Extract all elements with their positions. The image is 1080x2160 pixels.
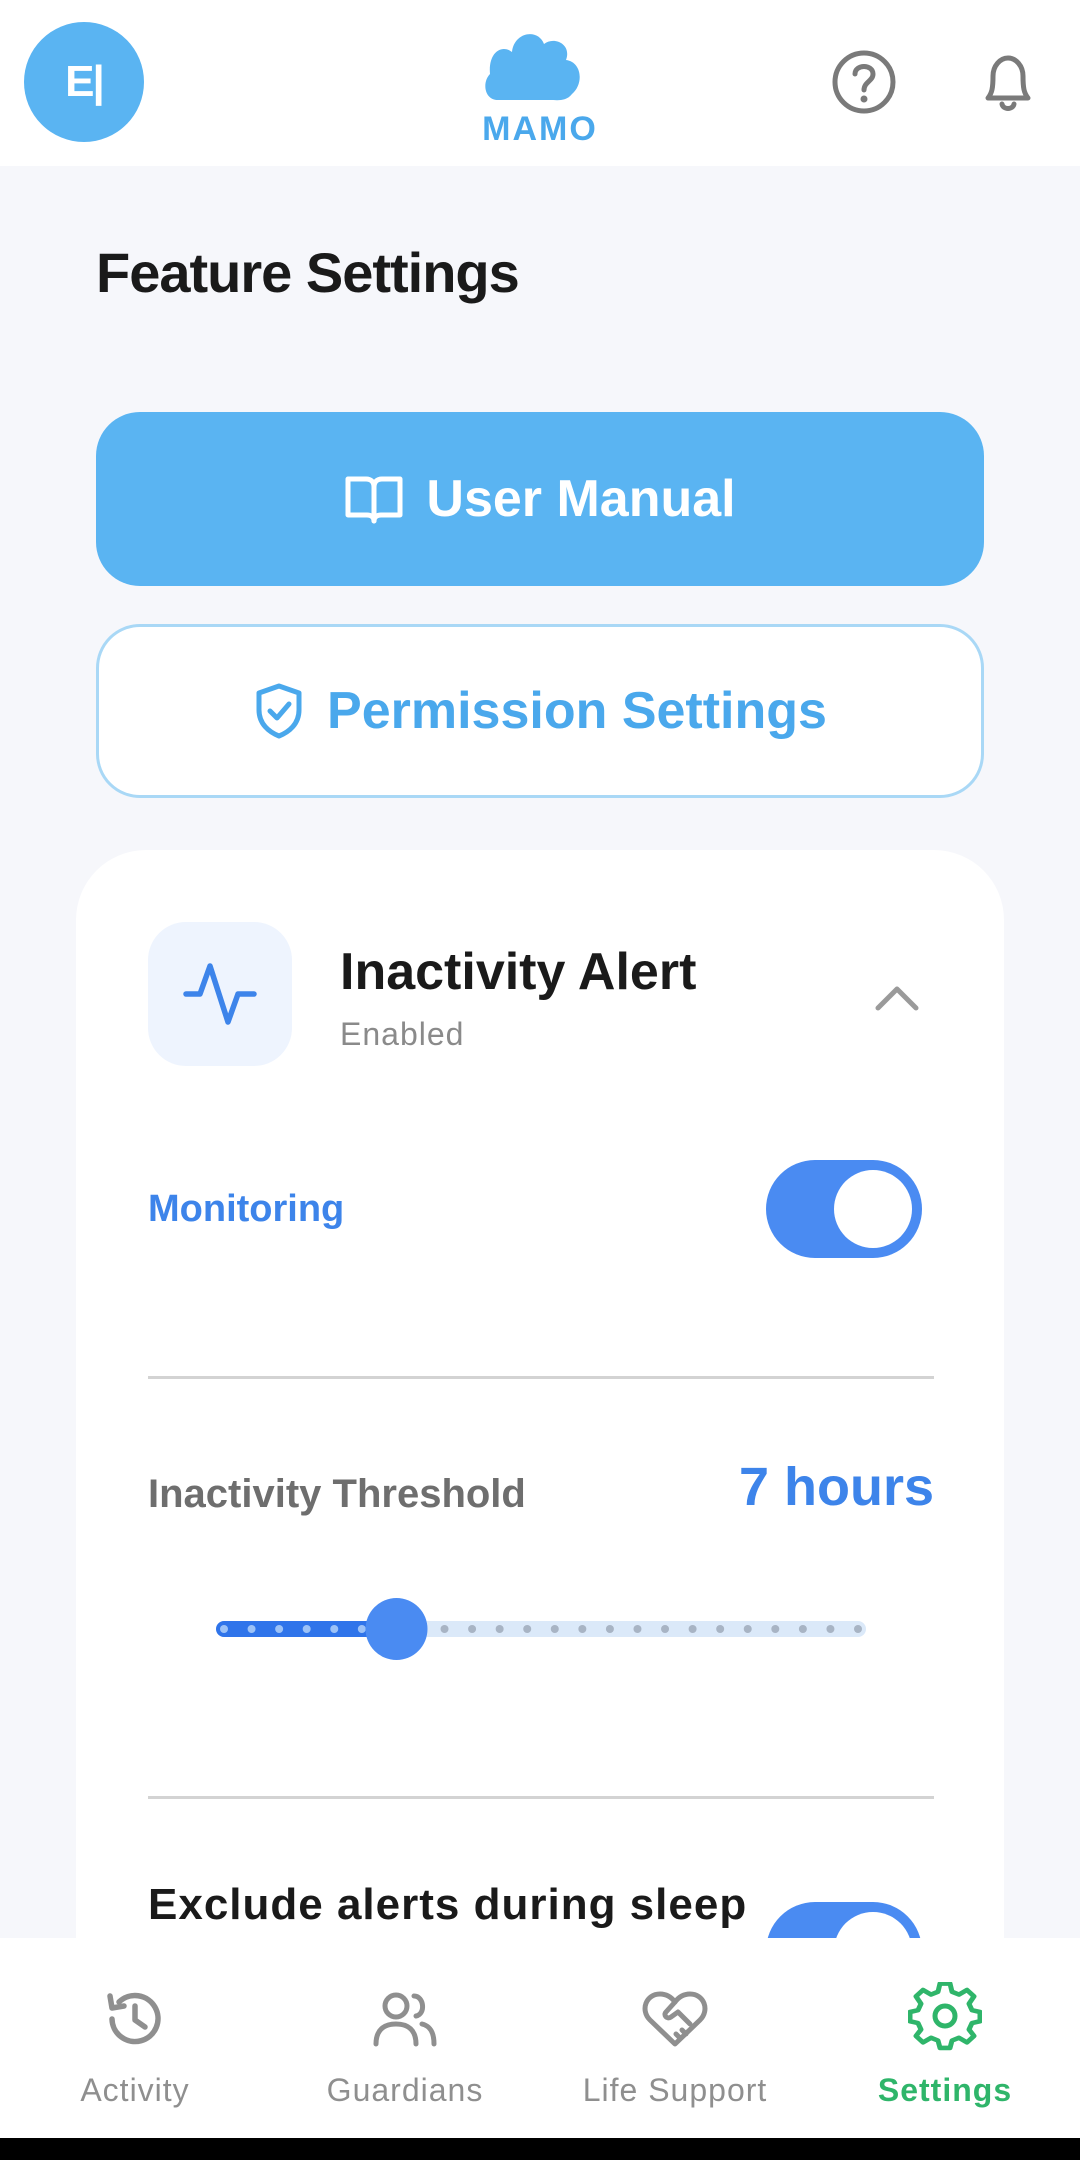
- help-circle-icon[interactable]: [828, 46, 900, 118]
- slider-tick: [550, 1625, 559, 1633]
- slider-tick: [688, 1625, 697, 1633]
- book-icon: [345, 476, 403, 524]
- heart-handshake-icon: [642, 1991, 708, 2047]
- bottom-nav: Activity Guardians Life Support Settings: [0, 1938, 1080, 2138]
- slider-tick: [330, 1625, 339, 1633]
- cloud-logo-icon: [485, 34, 580, 101]
- user-manual-button[interactable]: User Manual: [96, 412, 984, 586]
- nav-label: Life Support: [582, 2072, 768, 2108]
- divider: [148, 1796, 934, 1799]
- logo-text: MAMO: [482, 110, 598, 148]
- monitoring-label: Monitoring: [148, 1188, 345, 1230]
- slider-tick: [743, 1625, 752, 1633]
- avatar[interactable]: E|: [24, 22, 144, 142]
- users-icon: [373, 1992, 437, 2047]
- page-title: Feature Settings: [96, 241, 520, 304]
- history-clock-icon: [107, 1992, 161, 2045]
- slider-tick: [275, 1625, 284, 1633]
- nav-item-settings[interactable]: Settings: [810, 1938, 1080, 2138]
- threshold-value: 7 hours: [738, 1457, 934, 1517]
- slider-tick: [578, 1625, 587, 1633]
- toggle-knob: [834, 1170, 912, 1248]
- permission-settings-label: Permission Settings: [327, 682, 827, 740]
- slider-tick: [826, 1625, 835, 1633]
- feature-icon-box: [148, 922, 292, 1066]
- nav-label: Activity: [80, 2072, 190, 2108]
- monitoring-toggle[interactable]: [766, 1160, 922, 1258]
- slider-tick: [771, 1625, 780, 1633]
- activity-pulse-icon: [183, 963, 257, 1025]
- slider-tick: [716, 1625, 725, 1633]
- nav-label: Settings: [877, 2072, 1013, 2108]
- slider-tick: [523, 1625, 532, 1633]
- slider-thumb[interactable]: [365, 1598, 428, 1660]
- slider-tick: [661, 1625, 670, 1633]
- slider-tick: [247, 1625, 256, 1633]
- mamo-logo: MAMO: [480, 22, 600, 148]
- bell-icon[interactable]: [972, 46, 1044, 118]
- nav-item-guardians[interactable]: Guardians: [270, 1938, 540, 2138]
- slider-tick: [440, 1625, 449, 1633]
- screen: E| MAMO Feature Settings User Manual Per…: [0, 0, 1080, 2160]
- slider-tick: [468, 1625, 477, 1633]
- shield-check-icon: [256, 683, 302, 739]
- permission-settings-button[interactable]: Permission Settings: [96, 624, 984, 798]
- slider-tick: [605, 1625, 614, 1633]
- feature-title: Inactivity Alert: [340, 943, 697, 1001]
- user-manual-label: User Manual: [426, 470, 736, 528]
- app-header: E| MAMO: [0, 0, 1080, 166]
- feature-status: Enabled: [340, 1016, 465, 1052]
- exclude-sleep-label: Exclude alerts during sleep: [148, 1880, 748, 1929]
- nav-item-life-support[interactable]: Life Support: [540, 1938, 810, 2138]
- divider: [148, 1376, 934, 1379]
- gear-icon: [908, 1982, 982, 2051]
- slider-tick: [854, 1625, 862, 1633]
- nav-item-activity[interactable]: Activity: [0, 1938, 270, 2138]
- slider-tick: [798, 1625, 807, 1633]
- threshold-slider[interactable]: [216, 1598, 866, 1660]
- slider-tick: [220, 1625, 228, 1633]
- slider-tick: [357, 1625, 366, 1633]
- system-nav-bar: [0, 2138, 1080, 2160]
- slider-tick: [633, 1625, 642, 1633]
- threshold-label: Inactivity Threshold: [148, 1472, 526, 1516]
- slider-tick: [495, 1625, 504, 1633]
- slider-tick: [302, 1625, 311, 1633]
- nav-label: Guardians: [326, 2072, 484, 2108]
- chevron-up-icon[interactable]: [866, 968, 928, 1030]
